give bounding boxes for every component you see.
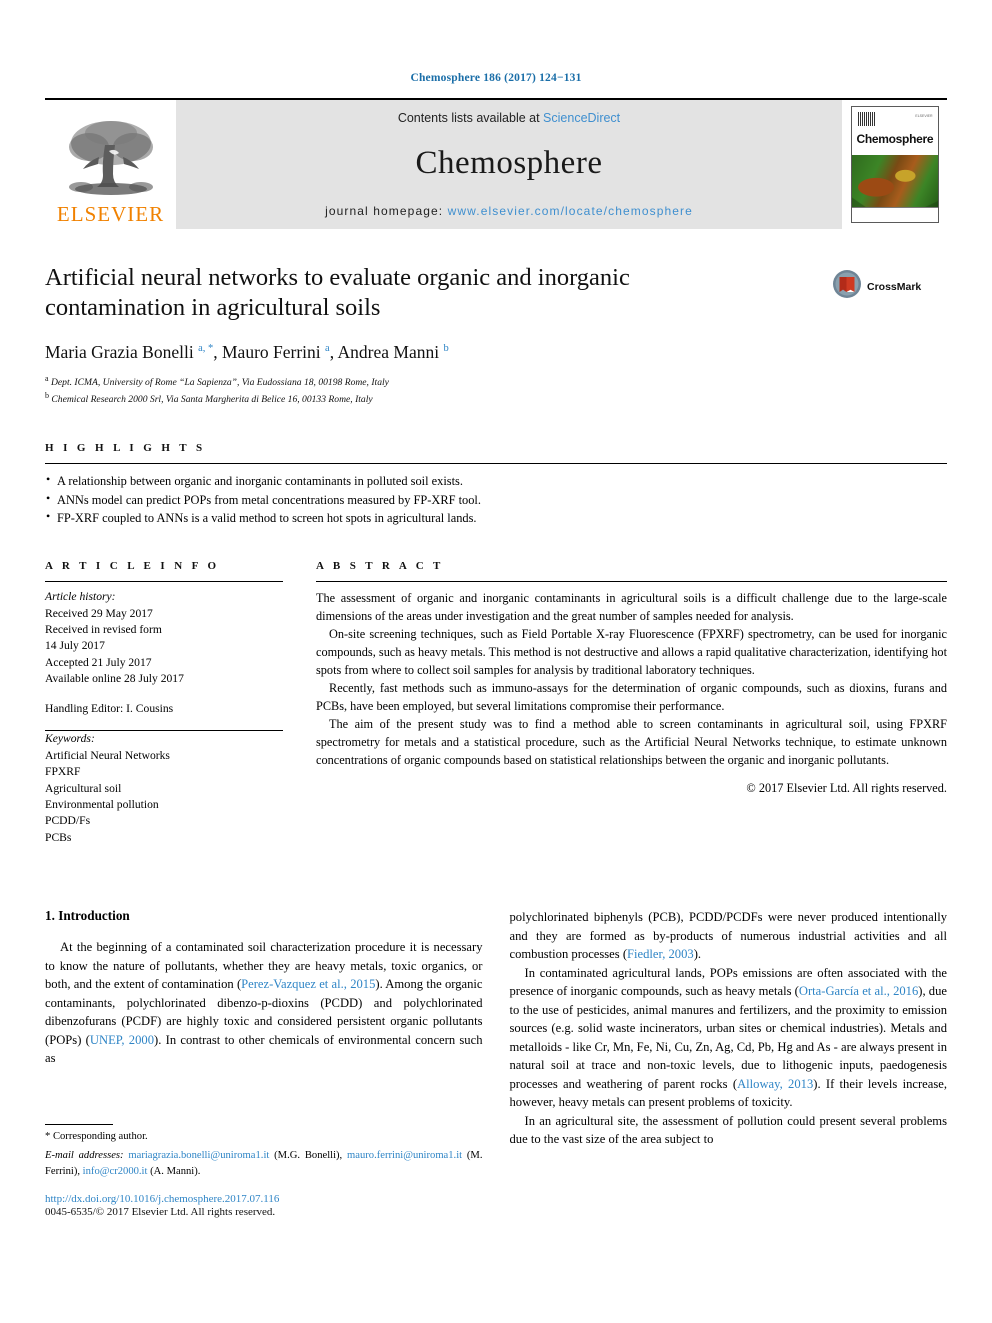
- article-info-heading: A R T I C L E I N F O: [45, 560, 220, 573]
- page-title: Artificial neural networks to evaluate o…: [45, 264, 630, 321]
- abstract-divider: [316, 581, 947, 583]
- journal-masthead: ELSEVIER Contents lists available at Sci…: [45, 98, 947, 229]
- affiliation-marker-b: b: [45, 390, 49, 400]
- corresponding-author-note: * Corresponding author.: [45, 1130, 148, 1142]
- affiliation-text-b: Chemical Research 2000 Srl, Via Santa Ma…: [51, 393, 373, 405]
- article-history-label: Article history:: [45, 590, 116, 604]
- keyword-item: Agricultural soil: [45, 781, 122, 795]
- highlights-list: A relationship between organic and inorg…: [45, 471, 947, 527]
- title-and-authors: Artificial neural networks to evaluate o…: [45, 263, 832, 406]
- sciencedirect-link[interactable]: ScienceDirect: [543, 111, 620, 125]
- keywords-block: Keywords: Artificial Neural Networks FPX…: [45, 731, 283, 846]
- journal-article-page: Chemosphere 186 (2017) 124−131 ELSEVIER …: [0, 0, 992, 1323]
- body-columns: 1. Introduction At the beginning of a co…: [45, 908, 947, 1218]
- list-item: FP-XRF coupled to ANNs is a valid method…: [45, 508, 947, 527]
- author-list: Maria Grazia Bonelli a, *, Mauro Ferrini…: [45, 341, 449, 362]
- abstract-section: A B S T R A C T The assessment of organi…: [316, 560, 947, 846]
- journal-cover-thumbnail: ELSEVIER Chemosphere: [842, 100, 947, 229]
- homepage-prefix: journal homepage:: [325, 204, 448, 218]
- footnote-divider: [45, 1123, 113, 1125]
- barcode-icon: [857, 112, 875, 126]
- history-received: Received 29 May 2017: [45, 606, 153, 620]
- doi-link[interactable]: http://dx.doi.org/10.1016/j.chemosphere.…: [45, 1193, 483, 1205]
- cover-bottom-band: [851, 207, 938, 222]
- history-accepted: Accepted 21 July 2017: [45, 655, 152, 669]
- history-revised-label: Received in revised form: [45, 622, 162, 636]
- affiliation-a: a Dept. ICMA, University of Rome “La Sap…: [45, 373, 814, 390]
- highlights-section: H I G H L I G H T S A relationship betwe…: [45, 442, 947, 527]
- intro-paragraph-right-3: In an agricultural site, the assessment …: [509, 1113, 948, 1147]
- affiliation-b: b Chemical Research 2000 Srl, Via Santa …: [45, 390, 814, 407]
- history-available-online: Available online 28 July 2017: [45, 672, 184, 686]
- cover-journal-title: Chemosphere: [856, 132, 934, 146]
- list-item: ANNs model can predict POPs from metal c…: [45, 490, 947, 509]
- journal-homepage-link[interactable]: www.elsevier.com/locate/chemosphere: [448, 204, 693, 218]
- journal-homepage-line: journal homepage: www.elsevier.com/locat…: [325, 204, 693, 218]
- keyword-item: PCBs: [45, 830, 72, 844]
- crossmark-icon: [832, 269, 862, 304]
- abstract-paragraph: The aim of the present study was to find…: [316, 716, 947, 767]
- abstract-paragraph: The assessment of organic and inorganic …: [316, 591, 947, 623]
- abstract-body: The assessment of organic and inorganic …: [316, 590, 947, 770]
- title-block: Artificial neural networks to evaluate o…: [45, 263, 947, 406]
- keyword-item: Environmental pollution: [45, 798, 159, 812]
- body-column-left: 1. Introduction At the beginning of a co…: [45, 908, 483, 1218]
- affiliation-text-a: Dept. ICMA, University of Rome “La Sapie…: [50, 376, 389, 388]
- contents-available-line: Contents lists available at ScienceDirec…: [398, 111, 620, 125]
- elsevier-wordmark: ELSEVIER: [56, 202, 165, 226]
- abstract-heading: A B S T R A C T: [316, 560, 444, 573]
- intro-paragraph-right-2: In contaminated agricultural lands, POPs…: [509, 965, 948, 1110]
- cover-artwork: [851, 155, 938, 207]
- abstract-copyright: © 2017 Elsevier Ltd. All rights reserved…: [746, 780, 947, 795]
- highlights-divider: [45, 463, 947, 465]
- keyword-item: FPXRF: [45, 765, 81, 779]
- article-info-divider: [45, 581, 283, 583]
- affiliation-list: a Dept. ICMA, University of Rome “La Sap…: [45, 373, 814, 407]
- crossmark-label: CrossMark: [867, 280, 922, 293]
- intro-paragraph-right-1: polychlorinated biphenyls (PCB), PCDD/PC…: [509, 910, 948, 962]
- article-info-section: A R T I C L E I N F O Article history: R…: [45, 560, 283, 846]
- list-item: A relationship between organic and inorg…: [45, 471, 947, 490]
- keyword-item: PCDD/Fs: [45, 814, 91, 828]
- footnote-block: * Corresponding author. E-mail addresses…: [45, 1123, 483, 1218]
- abstract-paragraph: Recently, fast methods such as immuno-as…: [316, 680, 947, 713]
- journal-band: Contents lists available at ScienceDirec…: [176, 100, 842, 229]
- crossmark-badge[interactable]: CrossMark: [832, 263, 947, 304]
- handling-editor: Handling Editor: I. Cousins: [45, 701, 174, 715]
- history-revised-date: 14 July 2017: [45, 639, 105, 653]
- elsevier-tree-icon: [65, 117, 157, 203]
- abstract-paragraph: On-site screening techniques, such as Fi…: [316, 626, 947, 677]
- affiliation-marker-a: a: [45, 373, 49, 383]
- cover-corner-label: ELSEVIER: [915, 114, 933, 118]
- info-abstract-row: A R T I C L E I N F O Article history: R…: [45, 560, 947, 846]
- section-title-introduction: 1. Introduction: [45, 908, 130, 924]
- issn-copyright-line: 0045-6535/© 2017 Elsevier Ltd. All right…: [45, 1205, 276, 1218]
- running-head: Chemosphere 186 (2017) 124−131: [410, 72, 582, 84]
- body-column-right: polychlorinated biphenyls (PCB), PCDD/PC…: [510, 908, 948, 1218]
- journal-title: Chemosphere: [415, 145, 603, 181]
- elsevier-logo: ELSEVIER: [45, 100, 176, 229]
- article-history: Article history: Received 29 May 2017 Re…: [45, 589, 283, 717]
- intro-paragraph-left: At the beginning of a contaminated soil …: [45, 940, 483, 1066]
- keywords-label: Keywords:: [45, 732, 95, 746]
- contents-prefix: Contents lists available at: [397, 111, 544, 125]
- keyword-item: Artificial Neural Networks: [45, 748, 170, 762]
- highlights-heading: H I G H L I G H T S: [45, 442, 206, 455]
- cover-image: ELSEVIER Chemosphere: [850, 106, 939, 223]
- email-addresses-note: E-mail addresses: mariagrazia.bonelli@un…: [45, 1150, 483, 1177]
